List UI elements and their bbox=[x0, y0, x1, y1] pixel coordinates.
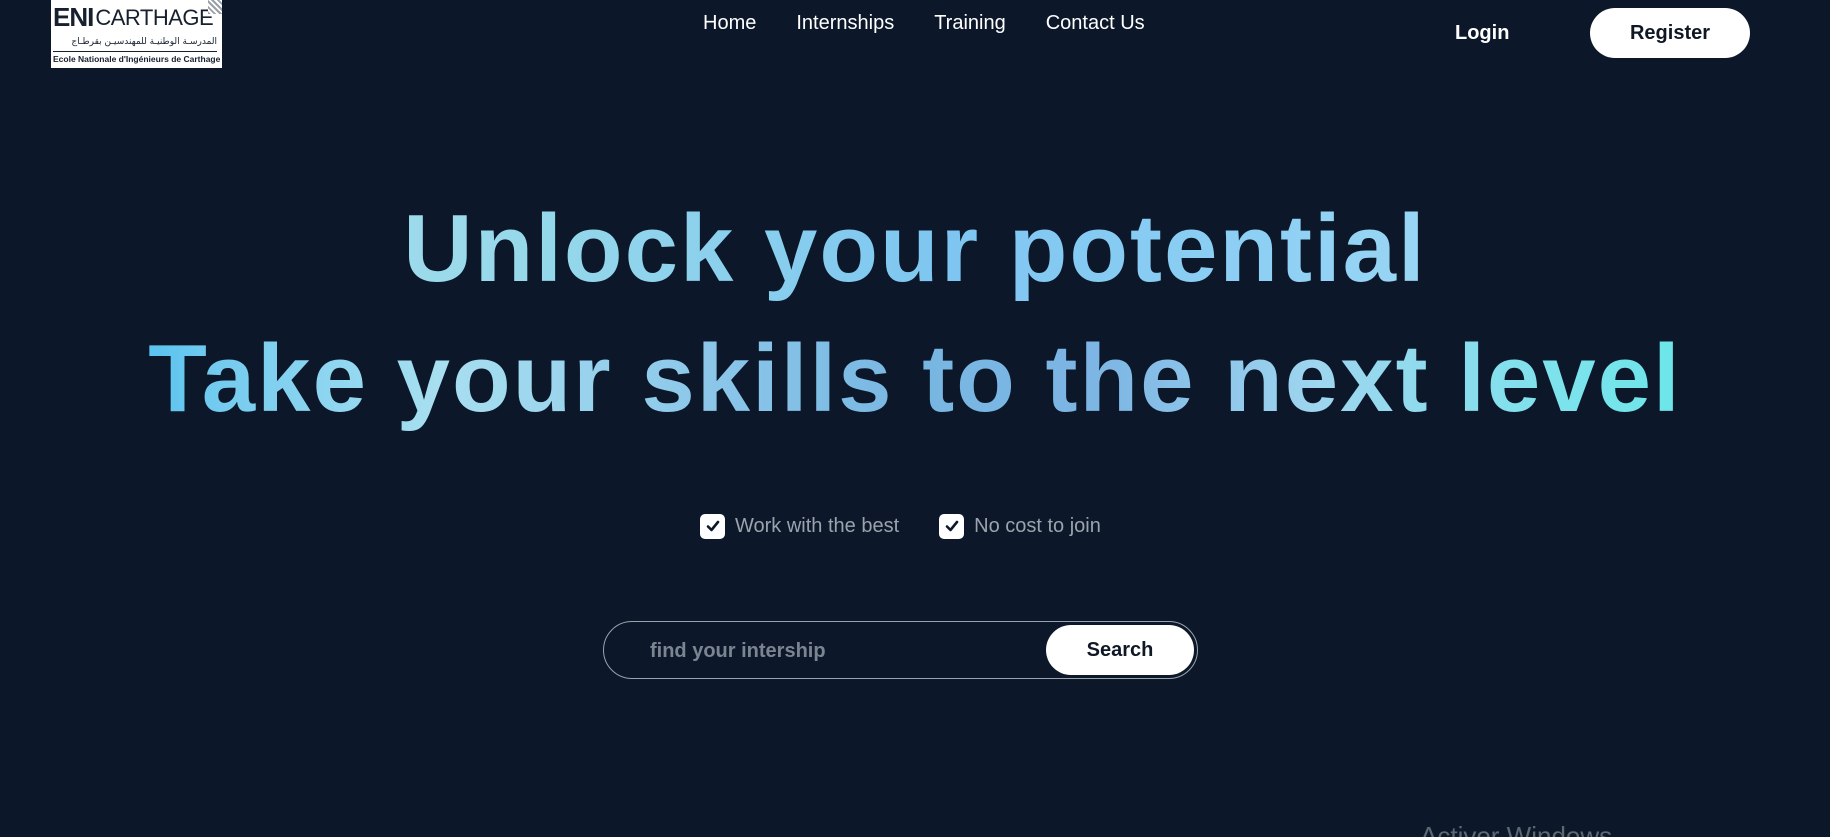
main-nav: Home Internships Training Contact Us bbox=[703, 10, 1145, 36]
feature-no-cost: No cost to join bbox=[939, 513, 1101, 539]
logo-arabic-name: المدرسـة الوطنيـة للمهندسيـن بقرطـاج bbox=[71, 37, 217, 47]
nav-training[interactable]: Training bbox=[934, 10, 1006, 36]
feature-label: No cost to join bbox=[974, 515, 1101, 537]
search-bar: Search bbox=[603, 621, 1198, 679]
feature-checklist: Work with the best No cost to join bbox=[700, 513, 1101, 539]
logo-french-name: Ecole Nationale d'Ingénieurs de Carthage bbox=[53, 54, 221, 64]
checkmark-icon bbox=[939, 513, 965, 539]
page: ENI CARTHAGE المدرسـة الوطنيـة للمهندسيـ… bbox=[0, 0, 1830, 837]
nav-internships[interactable]: Internships bbox=[796, 10, 894, 36]
hero-subheadline: Take your skills to the next level bbox=[0, 323, 1830, 435]
logo-brand-name: CARTHAGE bbox=[95, 5, 214, 30]
nav-contact-us[interactable]: Contact Us bbox=[1046, 10, 1145, 36]
logo-wordmark: ENI CARTHAGE bbox=[53, 3, 217, 33]
feature-work-with-best: Work with the best bbox=[700, 513, 899, 539]
feature-label: Work with the best bbox=[735, 515, 900, 537]
login-link[interactable]: Login bbox=[1455, 20, 1509, 46]
register-button[interactable]: Register bbox=[1590, 8, 1750, 58]
eni-carthage-logo[interactable]: ENI CARTHAGE المدرسـة الوطنيـة للمهندسيـ… bbox=[51, 0, 222, 68]
nav-home[interactable]: Home bbox=[703, 10, 756, 36]
windows-activation-watermark: Activer Windows bbox=[1420, 821, 1613, 837]
search-input[interactable] bbox=[648, 636, 1042, 666]
logo-divider bbox=[53, 51, 217, 52]
checkmark-icon bbox=[700, 513, 725, 539]
logo-brand-prefix: ENI bbox=[53, 3, 94, 32]
logo-decoration-icon bbox=[208, 0, 222, 14]
search-button[interactable]: Search bbox=[1046, 625, 1194, 675]
hero-headline: Unlock your potential bbox=[0, 193, 1830, 305]
